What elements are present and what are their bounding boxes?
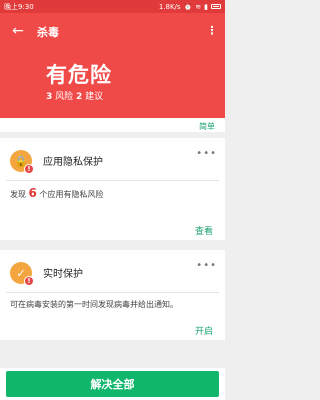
protect-title: 实时保护 [43,269,83,280]
solve-all-button[interactable]: 解决全部 [6,371,219,397]
status-time: 晚上9:30 [4,2,34,11]
back-arrow-icon[interactable]: ← [10,23,26,39]
alarm-icon: ⏰ [183,2,193,11]
content-area: 简单 ••• 🔒 ! 应用隐私保护 发现 6 个应用有隐私风险 查看 ••• ✓… [0,118,225,368]
risk-label: 风险 [55,92,74,102]
wifi-icon: ≋ [195,2,202,11]
risk-status: 有危险 [46,63,112,87]
header: ← 杀毒 ⋮ 有危险 3 风险 2 建议 [0,13,225,118]
suggest-count: 2 [76,92,83,102]
risk-summary: 3 风险 2 建议 [46,89,103,102]
protect-card: ••• ✓ ! 实时保护 可在病毒安装的第一时间发现病毒并给出通知。 开启 [0,250,225,340]
divider [6,180,219,181]
view-button[interactable]: 查看 [195,224,213,237]
privacy-desc: 发现 6 个应用有隐私风险 [10,186,103,200]
status-icons: 1.8K/s ⏰ ≋ ▮ [159,3,221,11]
suggest-label: 建议 [85,92,104,102]
desc-suffix: 个应用有隐私风险 [39,190,104,199]
warning-badge: ! [24,164,34,174]
desc-prefix: 发现 [10,190,26,199]
privacy-card: ••• 🔒 ! 应用隐私保护 发现 6 个应用有隐私风险 查看 [0,138,225,240]
status-bar: 晚上9:30 1.8K/s ⏰ ≋ ▮ [0,0,225,13]
top-card: 简单 [0,118,225,132]
bottom-bar: 解决全部 [0,368,225,400]
protect-desc: 可在病毒安装的第一时间发现病毒并给出通知。 [10,300,178,309]
page-title: 杀毒 [37,26,59,39]
more-dots-icon[interactable]: ••• [196,148,217,159]
risk-count: 3 [46,92,53,102]
risk-app-count: 6 [28,186,37,200]
warning-badge: ! [24,276,34,286]
protect-icon-wrap: ✓ ! [10,262,34,286]
network-speed: 1.8K/s [158,2,181,11]
divider [6,292,219,293]
more-options-icon[interactable]: ⋮ [207,22,218,38]
more-dots-icon[interactable]: ••• [196,260,217,271]
battery-icon [211,4,221,9]
top-card-link[interactable]: 简单 [199,121,215,132]
privacy-title: 应用隐私保护 [43,157,103,168]
privacy-icon-wrap: 🔒 ! [10,150,34,174]
enable-button[interactable]: 开启 [195,324,213,337]
signal-icon: ▮ [204,2,208,11]
